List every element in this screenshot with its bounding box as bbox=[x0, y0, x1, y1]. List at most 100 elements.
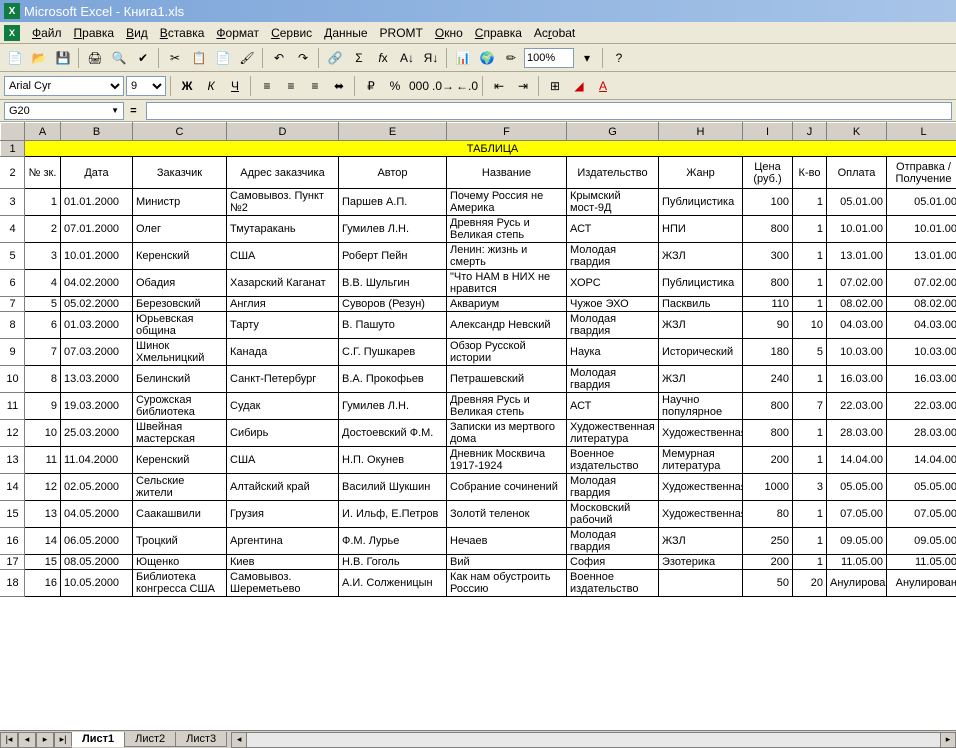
cell[interactable]: Василий Шукшин bbox=[339, 474, 447, 501]
cell[interactable]: ЖЗЛ bbox=[659, 528, 743, 555]
tab-nav-first-icon[interactable]: |◂ bbox=[0, 732, 18, 748]
cell[interactable]: 5 bbox=[25, 297, 61, 312]
cell[interactable]: 1 bbox=[793, 501, 827, 528]
cell[interactable]: Почему Россия не Америка bbox=[447, 189, 567, 216]
cell[interactable]: Аквариум bbox=[447, 297, 567, 312]
cell[interactable]: 11 bbox=[25, 447, 61, 474]
cell[interactable]: Санкт-Петербург bbox=[227, 366, 339, 393]
cell[interactable]: 200 bbox=[743, 447, 793, 474]
formula-bar[interactable] bbox=[146, 102, 952, 120]
name-box[interactable]: G20 ▼ bbox=[4, 102, 124, 120]
row-header[interactable]: 15 bbox=[1, 501, 25, 528]
print-icon[interactable]: 🖨 bbox=[84, 47, 106, 69]
cell[interactable]: 10.01.2000 bbox=[61, 243, 133, 270]
cell[interactable]: Достоевский Ф.М. bbox=[339, 420, 447, 447]
cell[interactable]: 19.03.2000 bbox=[61, 393, 133, 420]
cell[interactable]: 1 bbox=[793, 270, 827, 297]
cell[interactable]: Ленин: жизнь и смерть bbox=[447, 243, 567, 270]
cell[interactable]: Библиотека конгресса США bbox=[133, 570, 227, 597]
cell[interactable]: С.Г. Пушкарев bbox=[339, 339, 447, 366]
font-color-icon[interactable]: A bbox=[592, 75, 614, 97]
table-header-cell[interactable]: Заказчик bbox=[133, 157, 227, 189]
menu-файл[interactable]: Файл bbox=[26, 24, 68, 42]
menu-справка[interactable]: Справка bbox=[469, 24, 528, 42]
cell[interactable]: Военное издательство bbox=[567, 570, 659, 597]
cell[interactable]: Художественная bbox=[659, 474, 743, 501]
cell[interactable]: 25.03.2000 bbox=[61, 420, 133, 447]
tab-nav-next-icon[interactable]: ▸ bbox=[36, 732, 54, 748]
align-left-icon[interactable]: ≡ bbox=[256, 75, 278, 97]
cell[interactable]: 1 bbox=[793, 528, 827, 555]
table-header-cell[interactable]: Оплата bbox=[827, 157, 887, 189]
new-icon[interactable]: 📄 bbox=[4, 47, 26, 69]
menu-promt[interactable]: PROMT bbox=[374, 24, 429, 42]
cell[interactable]: 09.05.00 bbox=[887, 528, 956, 555]
cell[interactable]: Молодая гвардия bbox=[567, 528, 659, 555]
cell[interactable]: Роберт Пейн bbox=[339, 243, 447, 270]
cell[interactable]: 4 bbox=[25, 270, 61, 297]
table-row[interactable]: 9707.03.2000Шинок ХмельницкийКанадаС.Г. … bbox=[1, 339, 956, 366]
cell[interactable]: Тарту bbox=[227, 312, 339, 339]
cell[interactable]: 28.03.00 bbox=[827, 420, 887, 447]
cell[interactable]: НПИ bbox=[659, 216, 743, 243]
row-header[interactable]: 18 bbox=[1, 570, 25, 597]
cell[interactable]: Публицистика bbox=[659, 189, 743, 216]
cell[interactable]: 1 bbox=[793, 366, 827, 393]
cell[interactable]: Гумилев Л.Н. bbox=[339, 216, 447, 243]
cell[interactable]: 1 bbox=[793, 447, 827, 474]
table-header-cell[interactable]: Отправка / Получение bbox=[887, 157, 956, 189]
row-header[interactable]: 12 bbox=[1, 420, 25, 447]
col-header[interactable]: B bbox=[61, 123, 133, 141]
cell[interactable]: Березовский bbox=[133, 297, 227, 312]
cell[interactable]: Научно популярное bbox=[659, 393, 743, 420]
font-name-select[interactable]: Arial Cyr bbox=[4, 76, 124, 96]
cell[interactable]: Алтайский край bbox=[227, 474, 339, 501]
cell[interactable]: 10.03.00 bbox=[887, 339, 956, 366]
menu-формат[interactable]: Формат bbox=[210, 24, 265, 42]
cell[interactable]: Керенский bbox=[133, 447, 227, 474]
cell[interactable]: 02.05.2000 bbox=[61, 474, 133, 501]
table-row[interactable]: 5310.01.2000КеренскийСШАРоберт ПейнЛенин… bbox=[1, 243, 956, 270]
col-header[interactable]: E bbox=[339, 123, 447, 141]
cell[interactable]: 07.01.2000 bbox=[61, 216, 133, 243]
drawing-icon[interactable]: ✏ bbox=[500, 47, 522, 69]
row-header[interactable]: 1 bbox=[1, 141, 25, 157]
row-header[interactable]: 4 bbox=[1, 216, 25, 243]
cell[interactable]: Сибирь bbox=[227, 420, 339, 447]
table-header-cell[interactable]: Автор bbox=[339, 157, 447, 189]
cell[interactable]: 1 bbox=[793, 189, 827, 216]
table-header-cell[interactable]: Дата bbox=[61, 157, 133, 189]
cell[interactable]: 04.03.00 bbox=[887, 312, 956, 339]
undo-icon[interactable]: ↶ bbox=[268, 47, 290, 69]
table-row[interactable]: 131111.04.2000КеренскийСШАН.П. ОкуневДне… bbox=[1, 447, 956, 474]
fill-color-icon[interactable]: ◢ bbox=[568, 75, 590, 97]
percent-icon[interactable]: % bbox=[384, 75, 406, 97]
cell[interactable]: 1 bbox=[793, 243, 827, 270]
cell[interactable]: 05.01.00 bbox=[827, 189, 887, 216]
cell[interactable]: 3 bbox=[793, 474, 827, 501]
format-painter-icon[interactable]: 🖌 bbox=[236, 47, 258, 69]
cell[interactable]: Художественная литература bbox=[567, 420, 659, 447]
select-all-corner[interactable] bbox=[1, 123, 25, 141]
cell[interactable]: Художественная bbox=[659, 420, 743, 447]
cell[interactable]: Молодая гвардия bbox=[567, 243, 659, 270]
cell[interactable]: Записки из мертвого дома bbox=[447, 420, 567, 447]
cell[interactable]: Н.В. Гоголь bbox=[339, 555, 447, 570]
cell[interactable]: США bbox=[227, 447, 339, 474]
cell[interactable]: 1 bbox=[793, 216, 827, 243]
cell[interactable]: Дневник Москвича 1917-1924 bbox=[447, 447, 567, 474]
cell[interactable]: 7 bbox=[793, 393, 827, 420]
table-header-cell[interactable]: Цена (руб.) bbox=[743, 157, 793, 189]
cell[interactable]: 240 bbox=[743, 366, 793, 393]
table-row[interactable]: 151304.05.2000СаакашвилиГрузияИ. Ильф, Е… bbox=[1, 501, 956, 528]
cell[interactable]: 80 bbox=[743, 501, 793, 528]
cell[interactable]: В. Пашуто bbox=[339, 312, 447, 339]
cell[interactable]: 10.01.00 bbox=[827, 216, 887, 243]
chevron-down-icon[interactable]: ▼ bbox=[111, 106, 119, 115]
table-header-cell[interactable]: К-во bbox=[793, 157, 827, 189]
horizontal-scrollbar[interactable]: ◂ ▸ bbox=[231, 732, 956, 748]
cell[interactable]: Золотй теленок bbox=[447, 501, 567, 528]
cell[interactable]: 13.01.00 bbox=[887, 243, 956, 270]
cell[interactable]: Аргентина bbox=[227, 528, 339, 555]
cell[interactable]: Мемурная литература bbox=[659, 447, 743, 474]
